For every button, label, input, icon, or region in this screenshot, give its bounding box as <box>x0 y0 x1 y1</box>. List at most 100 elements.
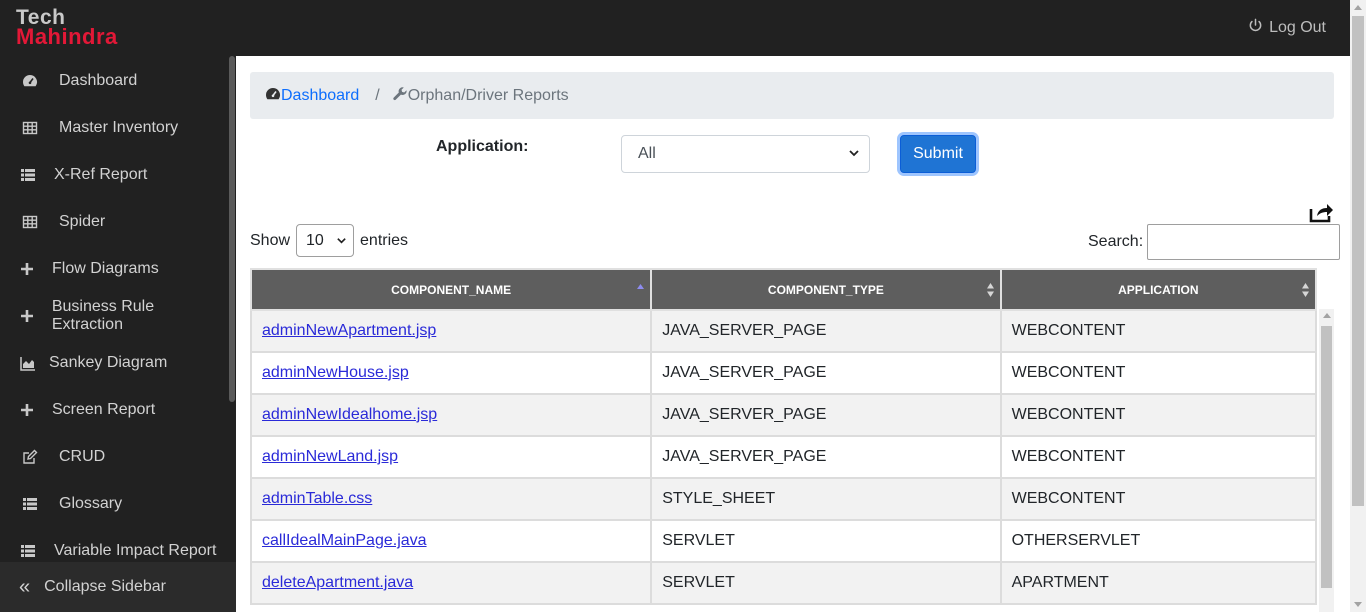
wrench-icon <box>392 86 408 105</box>
cell-component-type: SERVLET <box>650 561 1002 605</box>
logout-label: Log Out <box>1269 19 1326 36</box>
list-icon <box>19 166 37 184</box>
column-header-label: COMPONENT_TYPE <box>767 282 884 297</box>
sidebar-item-label: Glossary <box>59 494 123 512</box>
dashboard-gauge-icon <box>21 72 39 90</box>
entries-select-value: 10 <box>306 231 324 249</box>
sidebar-item-master-inventory[interactable]: Master Inventory <box>0 104 228 151</box>
table-search: Search: <box>1088 224 1341 260</box>
search-label: Search: <box>1088 233 1144 250</box>
column-header-component-type[interactable]: COMPONENT_TYPE <box>650 268 1002 311</box>
entries-length-control: Show 10 entries <box>250 224 408 257</box>
sidebar-item-glossary[interactable]: Glossary <box>0 480 228 527</box>
logo-line-2: Mahindra <box>16 24 118 49</box>
table-row: adminNewIdealhome.jsp JAVA_SERVER_PAGE W… <box>249 393 1318 437</box>
cell-application: WEBCONTENT <box>999 309 1318 353</box>
cell-component-type: JAVA_SERVER_PAGE <box>650 309 1002 353</box>
sort-both-icon <box>1302 283 1309 297</box>
sidebar-item-business-rule-extraction[interactable]: Business Rule Extraction <box>0 292 228 339</box>
collapse-sidebar-label: Collapse Sidebar <box>44 578 166 595</box>
dashboard-gauge-icon <box>265 86 281 105</box>
main-content: Dashboard / Orphan/Driver Reports Applic… <box>236 56 1350 612</box>
scroll-up-arrow-icon[interactable] <box>1323 313 1331 318</box>
sidebar-item-label: Sankey Diagram <box>49 353 168 371</box>
export-share-icon[interactable] <box>1308 201 1334 223</box>
cell-component-name: callIdealMainPage.java <box>249 519 653 563</box>
cell-application: WEBCONTENT <box>999 477 1318 521</box>
component-link[interactable]: adminNewLand.jsp <box>262 448 398 465</box>
cell-component-type: STYLE_SHEET <box>650 477 1002 521</box>
table-icon <box>21 213 39 231</box>
sort-ascending-icon <box>637 284 645 289</box>
cell-application: WEBCONTENT <box>999 435 1318 479</box>
show-label: Show <box>250 231 291 249</box>
sidebar-item-flow-diagrams[interactable]: Flow Diagrams <box>0 245 228 292</box>
submit-button[interactable]: Submit <box>900 135 976 173</box>
component-link[interactable]: adminTable.css <box>262 490 372 507</box>
cell-component-type: SERVLET <box>650 519 1002 563</box>
sidebar-item-crud[interactable]: CRUD <box>0 433 228 480</box>
entries-select[interactable]: 10 <box>296 224 355 257</box>
cell-component-type: JAVA_SERVER_PAGE <box>650 435 1002 479</box>
sidebar-item-label: Dashboard <box>59 71 138 89</box>
page-scrollbar-thumb[interactable] <box>1352 16 1364 506</box>
plus-icon <box>18 260 36 278</box>
table-row: callIdealMainPage.java SERVLET OTHERSERV… <box>249 519 1318 563</box>
column-header-label: COMPONENT_NAME <box>391 282 512 297</box>
breadcrumb: Dashboard / Orphan/Driver Reports <box>250 72 1334 119</box>
collapse-sidebar-button[interactable]: « Collapse Sidebar <box>0 562 236 612</box>
table-row: adminNewLand.jsp JAVA_SERVER_PAGE WEBCON… <box>249 435 1318 479</box>
component-link[interactable]: adminNewIdealhome.jsp <box>262 406 437 423</box>
sidebar: Dashboard Master Inventory X-Ref Report … <box>0 56 236 612</box>
component-link[interactable]: adminNewApartment.jsp <box>262 322 436 339</box>
tech-mahindra-logo[interactable]: Tech Mahindra <box>16 7 118 48</box>
sort-both-icon <box>986 283 994 297</box>
cell-application: APARTMENT <box>999 561 1318 605</box>
column-header-component-name[interactable]: COMPONENT_NAME <box>249 268 653 311</box>
component-link[interactable]: adminNewHouse.jsp <box>262 364 409 381</box>
table-scrollbar-thumb[interactable] <box>1321 326 1332 588</box>
cell-component-name: deleteApartment.java <box>249 561 653 605</box>
sidebar-item-label: Spider <box>59 212 106 230</box>
sidebar-item-label: X-Ref Report <box>54 165 148 183</box>
sidebar-scrollbar[interactable] <box>229 56 235 402</box>
double-chevron-left-icon: « <box>19 575 31 598</box>
table-row: adminNewApartment.jsp JAVA_SERVER_PAGE W… <box>249 309 1318 353</box>
cell-component-name: adminNewApartment.jsp <box>249 309 653 353</box>
sidebar-item-sankey-diagram[interactable]: Sankey Diagram <box>0 339 228 386</box>
sidebar-item-spider[interactable]: Spider <box>0 198 228 245</box>
scroll-up-arrow-icon[interactable] <box>1354 5 1362 10</box>
list-icon <box>19 542 37 560</box>
sidebar-item-dashboard[interactable]: Dashboard <box>0 57 228 104</box>
sidebar-item-label: Variable Impact Report <box>54 541 217 559</box>
scroll-down-arrow-icon[interactable] <box>1354 602 1362 607</box>
page-scrollbar[interactable] <box>1350 0 1366 612</box>
table-icon <box>21 119 39 137</box>
breadcrumb-dashboard-link[interactable]: Dashboard <box>281 87 359 105</box>
cell-component-type: JAVA_SERVER_PAGE <box>650 393 1002 437</box>
column-header-label: APPLICATION <box>1118 282 1199 297</box>
application-select[interactable]: All <box>621 135 870 173</box>
sidebar-item-label: Master Inventory <box>59 118 179 136</box>
table-scrollbar[interactable] <box>1319 309 1334 612</box>
logout-button[interactable]: Log Out <box>1248 18 1326 38</box>
search-input[interactable] <box>1147 224 1341 260</box>
sidebar-item-x-ref-report[interactable]: X-Ref Report <box>0 151 228 198</box>
sidebar-item-label: CRUD <box>59 447 106 465</box>
component-link[interactable]: deleteApartment.java <box>262 574 413 591</box>
sidebar-item-label: Business Rule Extraction <box>51 297 155 333</box>
cell-component-type: JAVA_SERVER_PAGE <box>650 351 1002 395</box>
cell-component-name: adminTable.css <box>249 477 653 521</box>
sidebar-item-screen-report[interactable]: Screen Report <box>0 386 228 433</box>
cell-application: WEBCONTENT <box>999 351 1318 395</box>
column-header-application[interactable]: APPLICATION <box>999 268 1318 311</box>
entries-label: entries <box>360 231 409 249</box>
plus-icon <box>18 401 36 419</box>
sidebar-item-label: Flow Diagrams <box>52 259 159 277</box>
component-link[interactable]: callIdealMainPage.java <box>262 532 427 549</box>
plus-icon <box>18 307 36 325</box>
table-row: deleteApartment.java SERVLET APARTMENT <box>249 561 1318 605</box>
top-bar: Tech Mahindra Log Out <box>0 0 1350 56</box>
cell-application: WEBCONTENT <box>999 393 1318 437</box>
table-row: adminNewHouse.jsp JAVA_SERVER_PAGE WEBCO… <box>249 351 1318 395</box>
